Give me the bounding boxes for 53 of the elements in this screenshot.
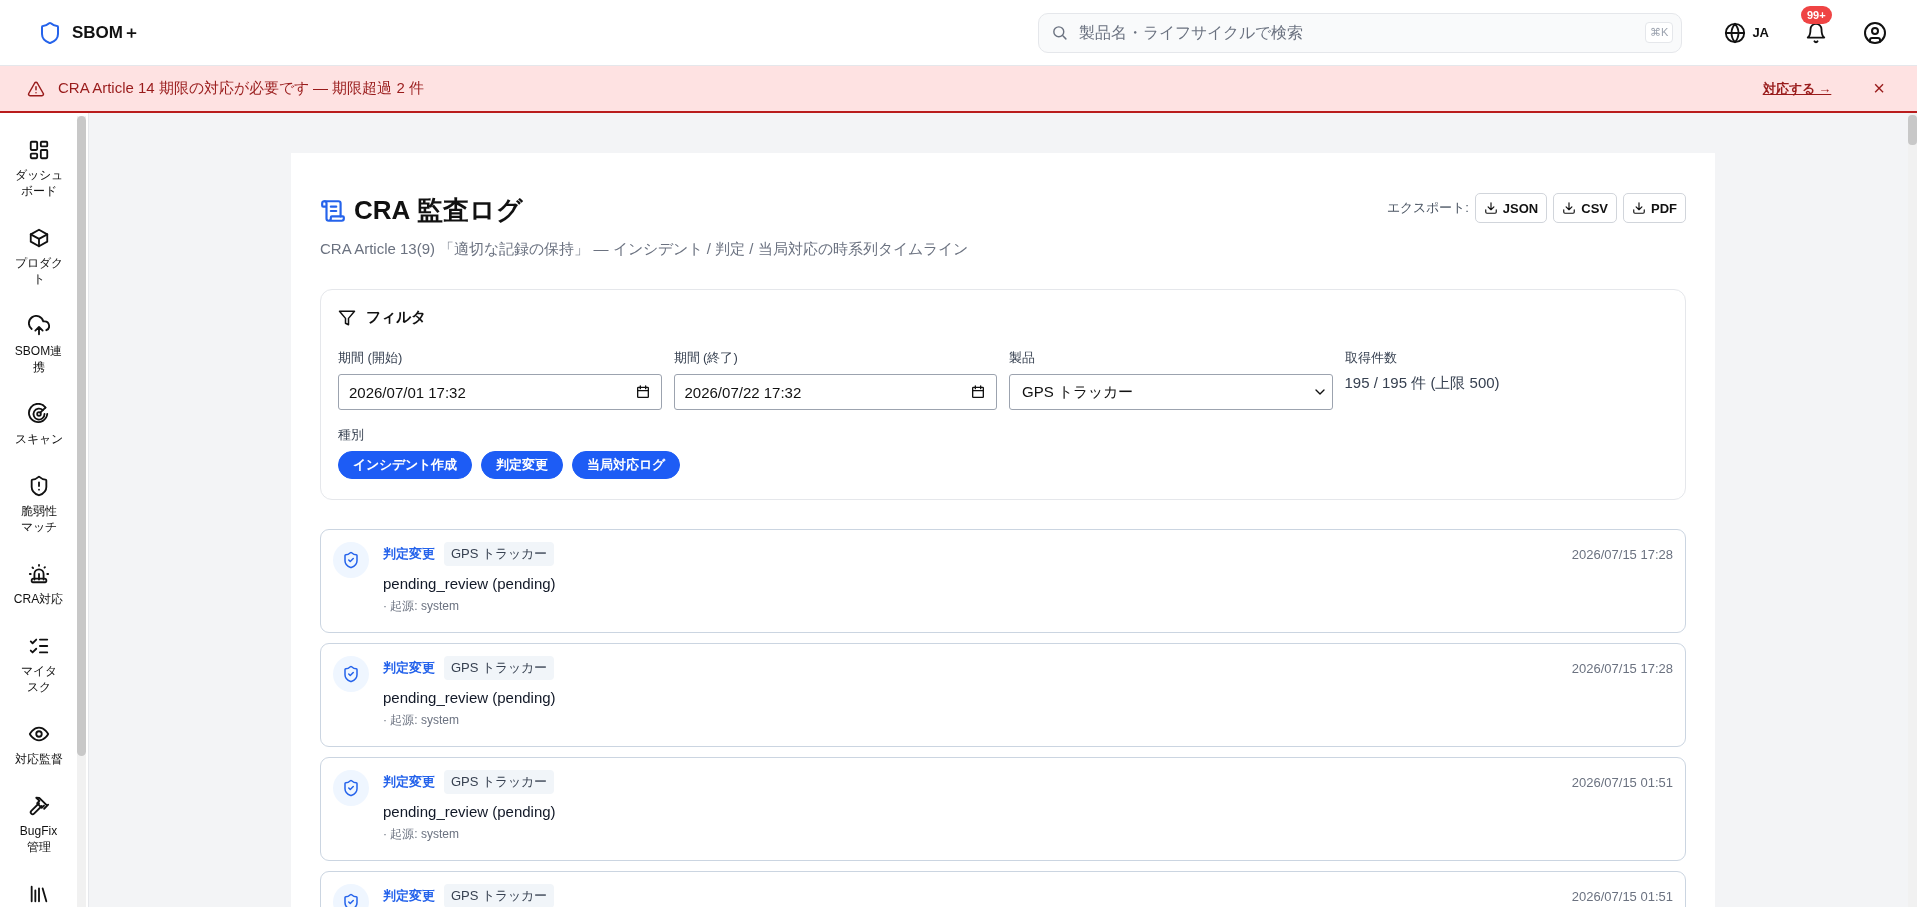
- notification-badge: 99+: [1801, 5, 1832, 24]
- respond-link[interactable]: 対応する →: [1762, 79, 1832, 98]
- product-tag: GPS トラッカー: [444, 542, 555, 566]
- page-subtitle: CRA Article 13(9) 「適切な記録の保持」 — インシデント / 判定 / 当局対応の時系列タイムライン: [320, 240, 968, 259]
- nav-item[interactable]: 脆弱性マッチ: [6, 465, 71, 553]
- datetime-field[interactable]: 2026/07/22 17:32: [673, 374, 997, 410]
- field-label: 取得件数: [1344, 349, 1398, 367]
- product-tag: GPS トラッカー: [444, 884, 555, 907]
- entry-time: 2026/07/15 01:51: [1571, 888, 1673, 904]
- type-filter-chip[interactable]: インシデント作成: [338, 451, 472, 479]
- nav-item[interactable]: BugFix管理: [6, 785, 71, 873]
- product-tag: GPS トラッカー: [444, 770, 555, 794]
- entry-detail: pending_review (pending): [383, 803, 557, 820]
- export-label: エクスポート:: [1387, 199, 1469, 217]
- nav-item[interactable]: SBOM連携: [6, 305, 71, 393]
- language-button[interactable]: JA: [1724, 21, 1769, 44]
- filter-title: フィルタ: [366, 308, 426, 327]
- shortcut-hint: ⌘K: [1645, 21, 1674, 43]
- entry-time: 2026/07/15 01:51: [1571, 774, 1673, 790]
- entry-detail: pending_review (pending): [383, 689, 557, 706]
- product-select[interactable]: GPS トラッカー: [1009, 374, 1333, 410]
- close-button[interactable]: ×: [1869, 77, 1889, 100]
- entry-type: 判定変更: [383, 773, 435, 791]
- nav-item[interactable]: CRA対応: [6, 553, 71, 625]
- page-title: CRA 監査ログ: [354, 194, 523, 227]
- type-filter-chip[interactable]: 判定変更: [481, 451, 563, 479]
- field-label: 期間 (開始): [338, 349, 404, 367]
- nav-item[interactable]: ダッシュボード: [6, 129, 71, 217]
- entry-source: · 起源: system: [383, 712, 460, 729]
- type-label: 種別: [338, 426, 365, 444]
- entry-type: 判定変更: [383, 545, 435, 563]
- export-button[interactable]: PDF: [1623, 193, 1686, 223]
- entry-source: · 起源: system: [383, 598, 460, 615]
- entry-detail: pending_review (pending): [383, 575, 557, 592]
- entry-time: 2026/07/15 17:28: [1571, 546, 1673, 562]
- field-label: 期間 (終了): [673, 349, 739, 367]
- nav-item[interactable]: スキャン: [6, 393, 71, 465]
- entry-type: 判定変更: [383, 659, 435, 677]
- entry-type: 判定変更: [383, 887, 435, 905]
- entry-source: · 起源: system: [383, 826, 460, 843]
- export-button[interactable]: JSON: [1474, 193, 1548, 223]
- nav-item[interactable]: 対応監督: [6, 713, 71, 785]
- nav-item[interactable]: マイタスク: [6, 625, 71, 713]
- type-filter-chip[interactable]: 当局対応ログ: [572, 451, 680, 479]
- entry-time: 2026/07/15 17:28: [1571, 660, 1673, 676]
- app-name: SBOM＋: [72, 22, 140, 44]
- field-label: 製品: [1009, 349, 1036, 367]
- nav-item[interactable]: プロダクト: [6, 217, 71, 305]
- product-tag: GPS トラッカー: [444, 656, 555, 680]
- result-count: 195 / 195 件 (上限 500): [1344, 374, 1501, 393]
- export-button[interactable]: CSV: [1553, 193, 1617, 223]
- alert-message: CRA Article 14 期限の対応が必要です — 期限超過 2 件: [58, 79, 425, 98]
- datetime-field[interactable]: 2026/07/01 17:32: [338, 374, 662, 410]
